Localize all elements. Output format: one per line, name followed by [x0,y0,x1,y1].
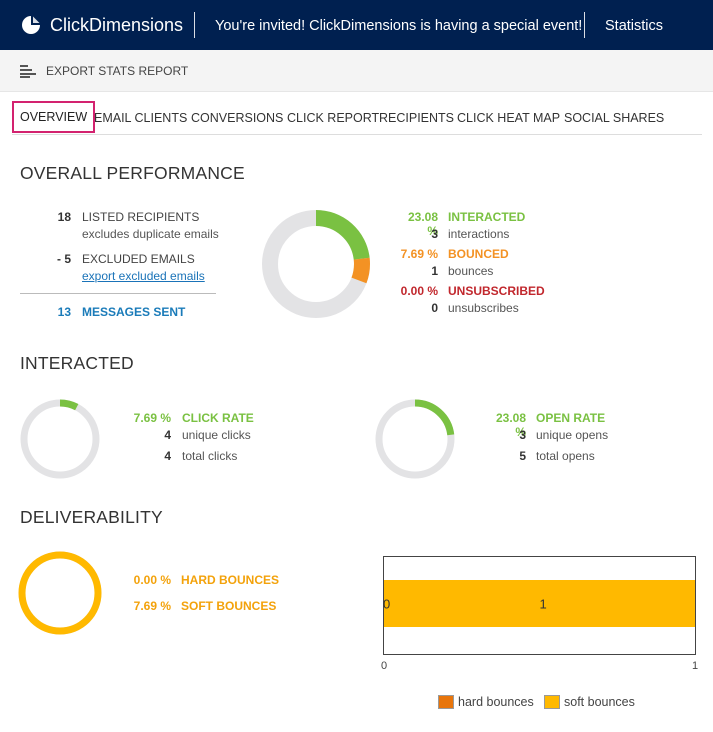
listed-recipients-count: 18 [57,210,71,224]
total-opens-label: total opens [536,449,595,463]
soft-bounces-percent: 7.69 % [133,599,171,613]
unique-opens-count: 3 [519,428,526,442]
bounces-count: 1 [431,264,438,278]
unique-opens-label: unique opens [536,428,609,442]
bar-data-label: 0 [383,597,390,612]
export-excluded-emails-link[interactable]: export excluded emails [82,269,205,283]
brand[interactable]: ClickDimensions [20,0,183,50]
app-name: ClickDimensions [50,14,184,35]
click-rate-label: CLICK RATE [182,411,254,425]
total-clicks-label: total clicks [182,449,238,463]
bounces-label: bounces [448,264,494,278]
total-opens-count: 5 [519,449,526,463]
invite-banner[interactable]: You're invited! ClickDimensions is havin… [215,0,582,50]
tab-social-shares[interactable]: SOCIAL SHARES [564,101,664,133]
unsubscribes-label: unsubscribes [448,301,519,315]
interactions-count: 3 [431,227,438,241]
messages-sent-count: 13 [57,305,71,319]
interactions-label: interactions [448,227,510,241]
click-rate-donut [20,399,100,479]
donut-track [20,399,100,479]
bounced-label: BOUNCED [448,247,509,261]
overall-performance-donut [262,210,370,318]
x-tick-label: 1 [692,660,698,672]
unsubscribed-label: UNSUBSCRIBED [448,284,545,298]
listed-recipients-note: excludes duplicate emails [82,227,219,241]
bounces-bar-chart: 0 1 0 1 [381,556,698,672]
bar-data-label: 1 [540,597,547,612]
tab-email-clients[interactable]: EMAIL CLIENTS [94,101,187,133]
unsubscribed-percent: 0.00 % [400,284,438,298]
clickdimensions-logo-icon [22,16,40,34]
interacted-title: INTERACTED [20,353,134,373]
header-separator [584,12,585,38]
tab-bar: OVERVIEW EMAIL CLIENTS CONVERSIONS CLICK… [12,101,702,135]
click-rate-percent: 7.69 % [133,411,171,425]
legend-soft-bounces: soft bounces [544,695,635,709]
legend-label-hard: hard bounces [458,695,534,709]
header-separator [194,12,195,38]
unique-clicks-label: unique clicks [182,428,251,442]
deliverability-donut [18,551,102,635]
x-tick-label: 0 [381,660,387,672]
tab-click-report[interactable]: CLICK REPORT [287,101,379,133]
listed-recipients-label: LISTED RECIPIENTS [82,210,200,224]
legend-hard-bounces: hard bounces [438,695,534,709]
command-bar: EXPORT STATS REPORT [0,50,713,92]
excluded-emails-count: - 5 [56,252,71,266]
statistics-link[interactable]: Statistics [605,0,663,50]
export-label: EXPORT STATS REPORT [46,64,189,78]
top-bar: ClickDimensions You're invited! ClickDim… [0,0,713,50]
open-rate-donut [375,399,455,479]
total-clicks-count: 4 [164,449,171,463]
soft-bounce-segment [18,551,102,635]
export-stats-report-button[interactable]: EXPORT STATS REPORT [20,50,188,92]
legend-swatch-hard [438,695,454,709]
tab-recipients[interactable]: RECIPIENTS [379,101,454,133]
hard-bounces-percent: 0.00 % [133,573,171,587]
overall-performance-title: OVERALL PERFORMANCE [20,163,245,183]
deliverability-title: DELIVERABILITY [20,507,163,527]
tab-conversions[interactable]: CONVERSIONS [191,101,283,133]
unsubscribes-count: 0 [431,301,438,315]
divider [20,293,216,294]
messages-sent-label: MESSAGES SENT [82,305,186,319]
interacted-label: INTERACTED [448,210,526,224]
bounced-percent: 7.69 % [400,247,438,261]
legend-swatch-soft [544,695,560,709]
legend-label-soft: soft bounces [564,695,635,709]
report-icon [20,64,36,78]
soft-bounces-label: SOFT BOUNCES [181,599,277,613]
tab-overview[interactable]: OVERVIEW [12,101,96,133]
unique-clicks-count: 4 [164,428,171,442]
hard-bounces-label: HARD BOUNCES [181,573,280,587]
excluded-emails-label: EXCLUDED EMAILS [82,252,195,266]
open-rate-label: OPEN RATE [536,411,606,425]
tab-click-heat-map[interactable]: CLICK HEAT MAP [457,101,560,133]
